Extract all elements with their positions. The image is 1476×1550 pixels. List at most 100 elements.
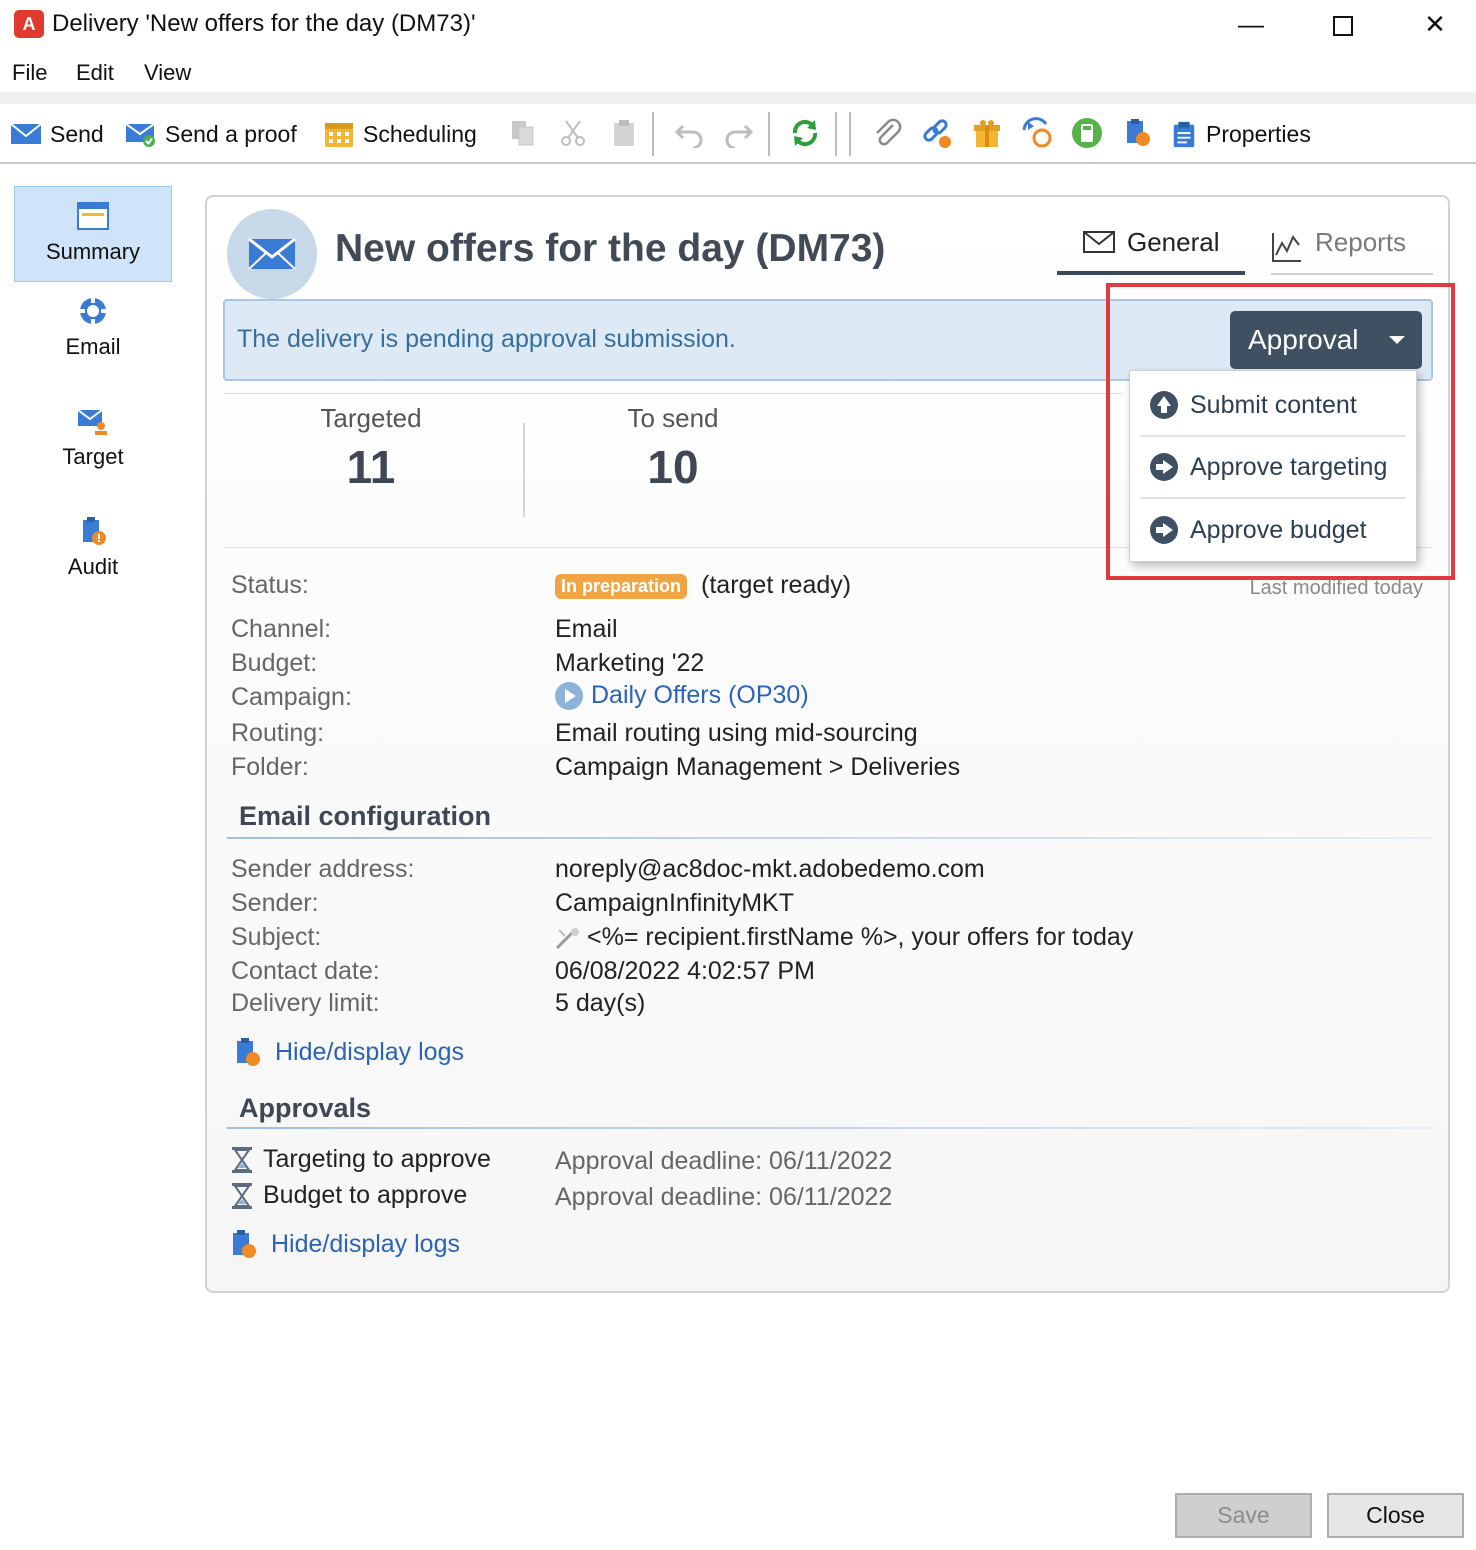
gift-icon[interactable] [970, 116, 1004, 150]
undo-icon[interactable] [672, 116, 706, 150]
approval-item-label: Targeting to approve [263, 1145, 491, 1173]
scheduling-button[interactable]: Scheduling [323, 114, 477, 154]
delivery-avatar [227, 209, 317, 299]
copy-icon[interactable] [506, 116, 540, 150]
status-badge: In preparation [555, 573, 688, 599]
clipboard-glyph [614, 120, 634, 146]
send-proof-icon [125, 123, 155, 147]
log-icon [233, 1230, 256, 1258]
delivery-title: New offers for the day (DM73) [335, 227, 886, 270]
sender-value: CampaignInfinityMKT [555, 889, 794, 917]
send-proof-button[interactable]: Send a proof [125, 114, 297, 154]
section-divider [227, 1127, 1433, 1129]
subject-value: <%= recipient.firstName %>, your offers … [555, 923, 1133, 952]
send-button[interactable]: Send [10, 114, 104, 154]
tab-reports-label: Reports [1315, 227, 1407, 257]
toolbar-separator [849, 112, 851, 156]
calendar-icon [325, 123, 353, 147]
adobe-logo-icon: A [14, 10, 44, 38]
channel-value: Email [555, 615, 618, 643]
status-note: (target ready) [701, 571, 852, 599]
minimize-button[interactable]: — [1221, 4, 1281, 44]
campaign-label: Campaign: [231, 683, 352, 711]
approval-item-targeting: Targeting to approve [231, 1145, 491, 1174]
left-nav: Summary Email Target Audit [14, 186, 172, 612]
calculator-icon[interactable] [1070, 116, 1104, 150]
window-title: Delivery 'New offers for the day (DM73)' [52, 10, 476, 37]
save-button[interactable]: Save [1175, 1493, 1312, 1538]
approval-deadline: Approval deadline: 06/11/2022 [555, 1183, 893, 1211]
approval-deadline: Approval deadline: 06/11/2022 [555, 1147, 893, 1175]
campaign-link-label: Daily Offers (OP30) [591, 681, 809, 709]
campaign-icon [555, 682, 583, 711]
send-proof-label: Send a proof [165, 120, 297, 147]
summary-icon [77, 202, 109, 230]
email-logs-label: Hide/display logs [275, 1037, 464, 1066]
sender-address-value: noreply@ac8doc-mkt.adobedemo.com [555, 855, 985, 883]
nav-email[interactable]: Email [14, 296, 172, 392]
properties-button[interactable]: Properties [1170, 114, 1311, 154]
budget-label: Budget: [231, 649, 318, 677]
toolbar-separator [768, 112, 770, 156]
menu-file[interactable]: File [12, 60, 47, 86]
link-icon[interactable] [920, 116, 954, 150]
toolbar-separator [652, 112, 654, 156]
budget-value: Marketing '22 [555, 649, 705, 677]
approvals-title: Approvals [239, 1093, 372, 1123]
send-label: Send [50, 120, 104, 147]
audit-toolbar-icon[interactable] [1120, 116, 1154, 150]
nav-audit[interactable]: Audit [14, 516, 172, 612]
campaign-link[interactable]: Daily Offers (OP30) [555, 681, 809, 711]
approval-item-label: Budget to approve [263, 1181, 468, 1209]
tab-reports[interactable]: Reports [1271, 227, 1433, 275]
menu-separator [0, 92, 1476, 104]
close-window-button[interactable]: ✕ [1405, 4, 1465, 44]
attachment-icon[interactable] [870, 116, 904, 150]
cut-icon[interactable] [556, 116, 590, 150]
maximize-button[interactable] [1313, 4, 1373, 44]
toolbar: Send Send a proof Scheduling Properties [0, 104, 1476, 164]
folder-value: Campaign Management > Deliveries [555, 753, 961, 781]
approval-logs-link[interactable]: Hide/display logs [229, 1229, 460, 1259]
routing-value: Email routing using mid-sourcing [555, 719, 918, 747]
tracking-icon[interactable] [1020, 116, 1054, 150]
targeted-value: 11 [346, 441, 396, 493]
scheduling-label: Scheduling [363, 120, 477, 147]
menu-bar: File Edit View [0, 56, 1476, 92]
channel-label: Channel: [231, 615, 332, 643]
paperclip-glyph [876, 118, 902, 146]
routing-label: Routing: [231, 719, 325, 747]
to-send-label: To send [627, 403, 719, 433]
tab-general[interactable]: General [1057, 227, 1245, 275]
gift-glyph [974, 120, 1000, 147]
refresh-icon[interactable] [788, 116, 822, 150]
envelope-outline-icon [1083, 231, 1115, 253]
menu-view[interactable]: View [144, 60, 191, 86]
doc-lock-glyph [1127, 119, 1150, 146]
nav-target[interactable]: Target [14, 406, 172, 502]
title-bar: A Delivery 'New offers for the day (DM73… [0, 0, 1476, 50]
email-logs-link[interactable]: Hide/display logs [233, 1037, 464, 1067]
sender-address-label: Sender address: [231, 855, 415, 883]
close-button[interactable]: Close [1327, 1493, 1464, 1538]
email-icon [79, 297, 107, 325]
link-glyph [923, 119, 951, 148]
personalization-icon [555, 928, 579, 950]
approval-logs-label: Hide/display logs [271, 1229, 460, 1258]
send-icon [10, 123, 42, 144]
copy-glyph [512, 121, 534, 146]
menu-edit[interactable]: Edit [76, 60, 114, 86]
banner-message: The delivery is pending approval submiss… [237, 325, 736, 353]
contact-date-value: 06/08/2022 4:02:57 PM [555, 957, 815, 985]
redo-icon[interactable] [722, 116, 756, 150]
properties-icon [1173, 121, 1195, 148]
paste-icon[interactable] [607, 116, 641, 150]
scissors-glyph [561, 120, 585, 146]
folder-label: Folder: [231, 753, 309, 781]
refresh-glyph [792, 119, 818, 147]
target-icon [77, 409, 107, 435]
hourglass-icon [232, 1147, 252, 1174]
log-icon [237, 1038, 260, 1066]
subject-text: <%= recipient.firstName %>, your offers … [587, 923, 1134, 951]
nav-summary[interactable]: Summary [14, 186, 172, 282]
